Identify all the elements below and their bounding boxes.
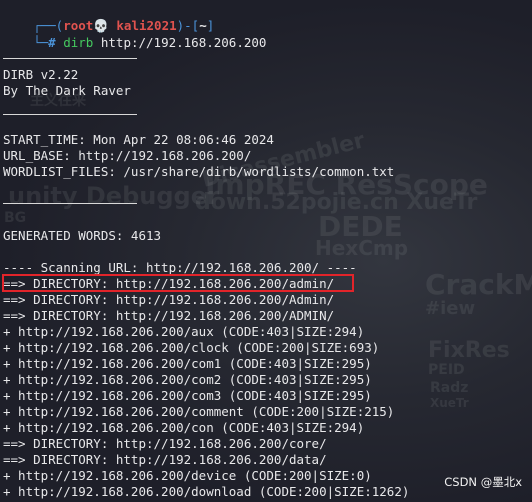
result-line: + http://192.168.206.200/device (CODE:20…	[3, 468, 372, 483]
command-line[interactable]: └─# dirb http://192.168.206.200	[3, 19, 266, 50]
prompt-line-1: ┌──(root💀 kali2021)-[~]	[3, 2, 214, 33]
banner-title: DIRB v2.22	[3, 67, 79, 82]
result-line: + http://192.168.206.200/com2 (CODE:403|…	[3, 372, 372, 387]
result-line: + http://192.168.206.200/download (CODE:…	[3, 484, 410, 499]
prompt-symbol: #	[48, 35, 56, 50]
result-line: ==> DIRECTORY: http://192.168.206.200/Ad…	[3, 292, 335, 307]
result-line: ==> DIRECTORY: http://192.168.206.200/da…	[3, 452, 327, 467]
wordlist-files: WORDLIST_FILES: /usr/share/dirb/wordlist…	[3, 164, 395, 179]
result-line: + http://192.168.206.200/com3 (CODE:403|…	[3, 388, 372, 403]
start-time: START_TIME: Mon Apr 22 08:06:46 2024	[3, 132, 274, 147]
command-name: dirb	[63, 35, 94, 50]
banner-author: By The Dark Raver	[3, 83, 131, 98]
command-args: http://192.168.206.200	[93, 35, 267, 50]
admin-directory-highlight	[2, 274, 354, 292]
result-line: ==> DIRECTORY: http://192.168.206.200/AD…	[3, 308, 335, 323]
terminal-window[interactable]: Disassembler ImpREC ResScope down.52poji…	[0, 0, 532, 502]
url-base: URL_BASE: http://192.168.206.200/	[3, 148, 252, 163]
separator-rule-1	[3, 58, 137, 59]
result-line: + http://192.168.206.200/clock (CODE:200…	[3, 340, 380, 355]
prompt-second-prefix: └─	[33, 35, 49, 50]
result-line: + http://192.168.206.200/com1 (CODE:403|…	[3, 356, 372, 371]
separator-rule-3	[3, 203, 137, 204]
result-line: + http://192.168.206.200/con (CODE:403|S…	[3, 420, 365, 435]
result-line: ==> DIRECTORY: http://192.168.206.200/co…	[3, 436, 327, 451]
separator-rule-2	[3, 114, 137, 115]
source-caption: CSDN @墨北x	[444, 475, 522, 489]
result-line: + http://192.168.206.200/aux (CODE:403|S…	[3, 324, 365, 339]
generated-words: GENERATED WORDS: 4613	[3, 228, 162, 243]
result-line: + http://192.168.206.200/comment (CODE:2…	[3, 404, 395, 419]
